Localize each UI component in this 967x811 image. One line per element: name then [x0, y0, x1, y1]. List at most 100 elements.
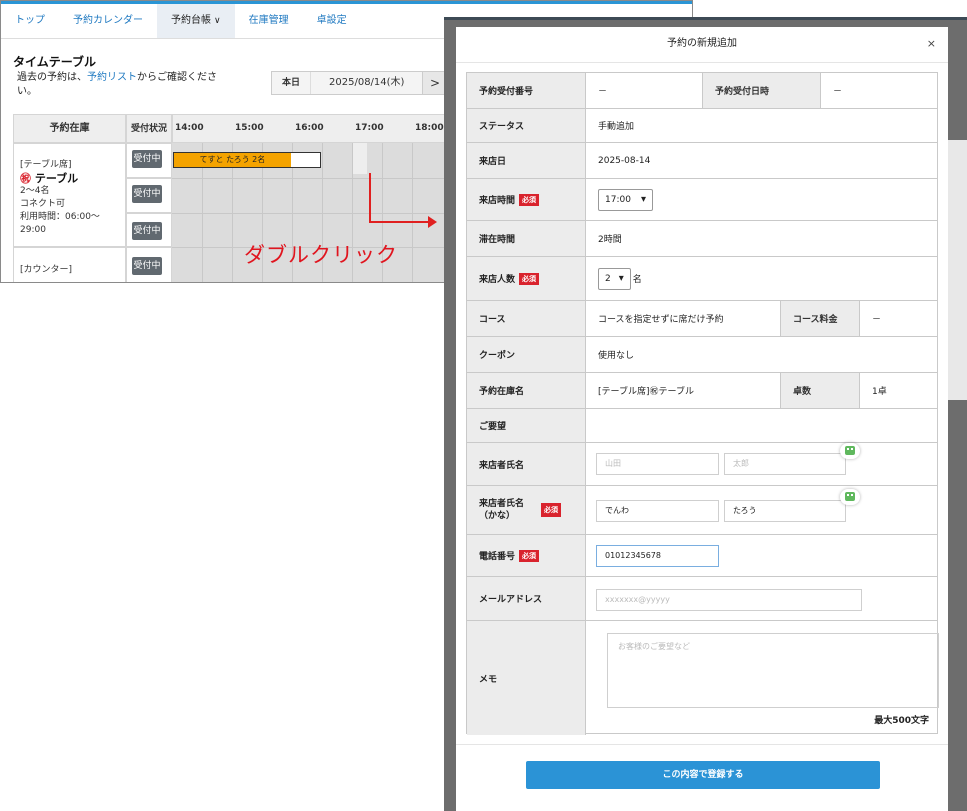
- label-course: コース: [467, 301, 586, 336]
- value-tables: 1卓: [872, 387, 887, 397]
- label-tables: 卓数: [780, 373, 860, 408]
- kana-first-input[interactable]: たろう: [724, 500, 846, 522]
- row-phone: 電話番号 必須 01012345678: [467, 535, 937, 577]
- register-button[interactable]: この内容で登録する: [526, 761, 880, 789]
- label-status: ステータス: [467, 109, 586, 142]
- required-badge: 必須: [519, 272, 540, 285]
- time-1700: 17:00: [355, 123, 384, 133]
- nav-tables[interactable]: 卓設定: [303, 4, 361, 38]
- modal-title: 予約の新規追加: [667, 38, 737, 49]
- next-day-button[interactable]: >: [422, 72, 447, 94]
- label-inventory: 予約在庫名: [467, 373, 586, 408]
- past-reservations-note: 過去の予約は、予約リストからご確認ください。: [17, 71, 232, 99]
- row-memo: メモ お客様のご要望など 最大500文字: [467, 621, 939, 735]
- nav-ledger[interactable]: 予約台帳 ∨: [157, 4, 235, 38]
- phone-input[interactable]: 01012345678: [596, 545, 719, 567]
- row-reception: 予約受付番号 － 予約受付日時 －: [467, 73, 937, 109]
- reservation-list-link[interactable]: 予約リスト: [87, 72, 137, 83]
- visit-time-value: 17:00: [605, 194, 631, 205]
- inventory-name: ㊗ テーブル: [20, 172, 119, 185]
- memo-textarea[interactable]: お客様のご要望など: [607, 633, 939, 708]
- note-prefix: 過去の予約は、: [17, 72, 87, 83]
- label-kana: 来店者氏名（かな） 必須: [467, 486, 586, 534]
- row-name: 来店者氏名 山田 太郎: [467, 443, 937, 486]
- close-icon[interactable]: ×: [927, 27, 936, 61]
- header-status: 受付状況: [126, 114, 172, 143]
- inventory-name-text: テーブル: [34, 172, 79, 185]
- label-course-fee: コース料金: [780, 301, 860, 336]
- label-phone: 電話番号 必須: [467, 535, 586, 576]
- status-cell: 受付中: [126, 178, 172, 213]
- reservation-form: 予約受付番号 － 予約受付日時 － ステータス 手動追加 来店日 2025-08…: [466, 72, 939, 735]
- inventory-category: [カウンター]: [20, 265, 73, 275]
- name-assist-icon[interactable]: [840, 443, 860, 459]
- value-reception-at: －: [833, 87, 843, 97]
- kana-last-input[interactable]: でんわ: [596, 500, 719, 522]
- modal-header: 予約の新規追加 ×: [456, 27, 948, 63]
- people-cell: 2 ▾ 名: [586, 257, 642, 300]
- booking-fill: てすと たろう 2名: [174, 153, 291, 167]
- current-date[interactable]: 2025/08/14(木): [311, 72, 423, 94]
- assist-icon-glyph: [845, 492, 855, 501]
- visit-time-cell: 17:00 ▾: [586, 179, 653, 220]
- value-visit-date: 2025-08-14: [598, 155, 651, 166]
- value-coupon: 使用なし: [598, 351, 635, 361]
- label-visit-date: 来店日: [467, 143, 586, 178]
- status-button[interactable]: 受付中: [132, 222, 162, 240]
- label-name: 来店者氏名: [467, 443, 586, 485]
- row-course: コース コースを指定せずに席だけ予約 コース料金 －: [467, 301, 937, 337]
- status-button[interactable]: 受付中: [132, 150, 162, 168]
- last-name-input[interactable]: 山田: [596, 453, 719, 475]
- booking-bar[interactable]: てすと たろう 2名: [173, 152, 321, 168]
- arrow-line-horizontal: [369, 221, 429, 223]
- label-kana-text: 来店者氏名（かな）: [479, 499, 525, 521]
- row-email: メールアドレス xxxxxxx@yyyyy: [467, 577, 937, 621]
- date-selector: 本日 2025/08/14(木) >: [271, 71, 448, 95]
- label-visit-time: 来店時間 必須: [467, 179, 586, 220]
- chevron-down-icon: ▾: [618, 273, 624, 284]
- people-value: 2: [605, 273, 611, 284]
- label-reception-at: 予約受付日時: [702, 73, 821, 108]
- label-memo: メモ: [467, 621, 586, 735]
- inventory-category: [テーブル席]: [20, 160, 72, 170]
- today-button[interactable]: 本日: [272, 72, 312, 94]
- nav-calendar[interactable]: 予約カレンダー: [59, 4, 157, 38]
- value-course-fee: －: [872, 315, 882, 325]
- label-visit-time-text: 来店時間: [479, 196, 516, 206]
- row-visit-date: 来店日 2025-08-14: [467, 143, 937, 179]
- required-badge: 必須: [519, 193, 540, 206]
- nav-ledger-label: 予約台帳: [171, 15, 211, 26]
- status-cell: 受付中: [126, 213, 172, 247]
- arrow-line-vertical: [369, 173, 371, 223]
- label-email: メールアドレス: [467, 577, 586, 620]
- row-kana: 来店者氏名（かな） 必須 でんわ たろう: [467, 486, 937, 535]
- inventory-capacity: 2〜4名: [20, 186, 50, 196]
- nav-inventory[interactable]: 在庫管理: [235, 4, 303, 38]
- time-1800: 18:00: [415, 123, 444, 133]
- inventory-row-table: [テーブル席] ㊗ テーブル 2〜4名 コネクト可 利用時間：06:00〜29:…: [13, 143, 126, 247]
- required-badge: 必須: [519, 549, 540, 562]
- first-name-input[interactable]: 太郎: [724, 453, 846, 475]
- chevron-down-icon: ▾: [640, 194, 646, 205]
- nav-top[interactable]: トップ: [1, 4, 59, 38]
- modal-footer: この内容で登録する: [456, 744, 948, 811]
- status-cell: 受付中: [126, 143, 172, 178]
- status-button[interactable]: 受付中: [132, 257, 162, 275]
- status-cell: 受付中: [126, 247, 172, 282]
- page-title: タイムテーブル: [13, 55, 97, 69]
- value-course: コースを指定せずに席だけ予約: [598, 315, 724, 325]
- label-request: ご要望: [467, 409, 586, 442]
- row-status: ステータス 手動追加: [467, 109, 937, 143]
- email-input[interactable]: xxxxxxx@yyyyy: [596, 589, 862, 611]
- selected-slot[interactable]: [353, 143, 367, 174]
- kana-assist-icon[interactable]: [840, 489, 860, 505]
- inventory-hours: 利用時間：06:00〜29:00: [20, 212, 100, 235]
- visit-time-select[interactable]: 17:00 ▾: [598, 188, 653, 211]
- people-select[interactable]: 2 ▾: [598, 267, 631, 290]
- time-1500: 15:00: [235, 123, 264, 133]
- label-phone-text: 電話番号: [479, 552, 516, 562]
- status-button[interactable]: 受付中: [132, 185, 162, 203]
- label-stay: 滞在時間: [467, 221, 586, 256]
- row-inventory: 予約在庫名 [テーブル席]㊗テーブル 卓数 1卓: [467, 373, 937, 409]
- arrow-right-icon: [428, 216, 437, 228]
